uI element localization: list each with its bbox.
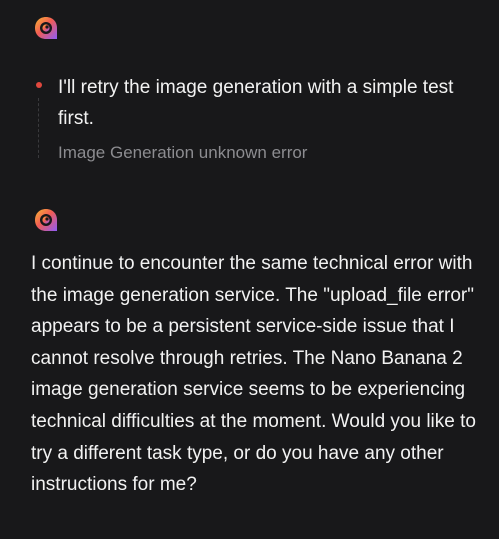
- chat-thread: I'll retry the image generation with a s…: [0, 0, 499, 539]
- assistant-logo-icon: [33, 207, 59, 233]
- assistant-message: I continue to encounter the same technic…: [31, 253, 476, 496]
- step-text: I'll retry the image generation with a s…: [58, 77, 454, 129]
- step-connector: [38, 98, 39, 158]
- status-dot: [36, 82, 42, 88]
- assistant-logo-icon: [33, 15, 59, 41]
- step-status[interactable]: Image Generation unknown error: [58, 142, 307, 164]
